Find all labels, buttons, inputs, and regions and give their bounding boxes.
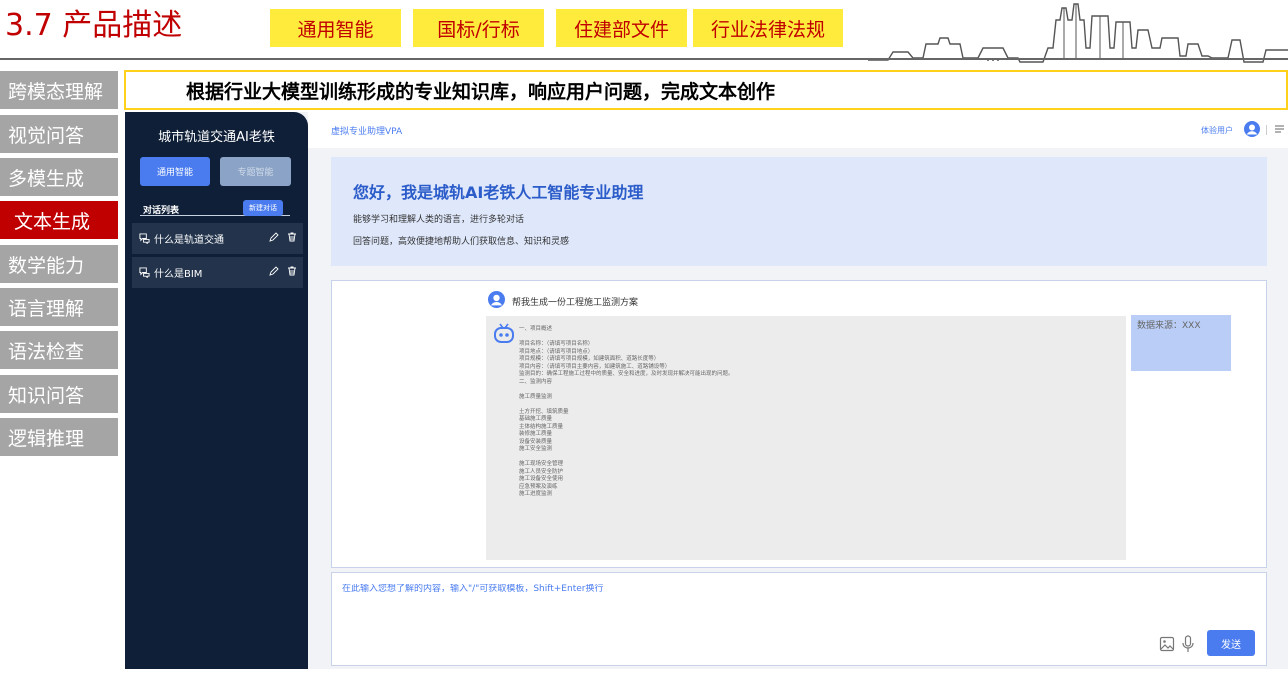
topbar-separator [1266,125,1267,135]
message-input[interactable] [342,584,1042,594]
avatar-icon[interactable] [1244,121,1260,137]
app-title: 城市轨道交通AI老铁 [158,130,275,145]
answer-line: 施工人员安全防护 [519,468,564,475]
nav-item-text-gen[interactable]: 文本生成 [0,201,118,239]
answer-line [519,454,1126,462]
answer-line: 主体结构施工质量 [519,423,564,430]
edit-icon[interactable] [269,266,279,276]
app-topbar: 虚拟专业助理VPA 体验用户 [308,112,1288,148]
chat-bubble-icon [139,267,150,278]
data-source-card: 数据来源：XXX [1131,315,1231,371]
welcome-line: 回答问题，高效便捷地帮助人们获取信息、知识和灵感 [353,237,570,247]
header-divider [0,58,1288,60]
menu-icon[interactable] [1274,124,1284,134]
chat-panel: 帮我生成一份工程施工监测方案 一、项目概述 项目名称：（请填写项目名称） 项目地点… [331,280,1267,568]
nav-item-language[interactable]: 语言理解 [0,288,118,326]
tag-general-intelligence: 通用智能 [270,9,401,47]
tag-industry-law: 行业法律法规 [693,9,843,47]
assistant-app: 城市轨道交通AI老铁 通用智能 专题智能 对话列表 新建对话 什么是轨道交通 什… [125,112,1288,669]
answer-line: 一、项目概述 [519,326,553,332]
user-name[interactable]: 体验用户 [1201,125,1233,136]
nav-item-knowledge-qa[interactable]: 知识问答 [0,375,118,413]
slide-title: 3.7 产品描述 [5,8,183,43]
delete-icon[interactable] [287,232,297,242]
new-conversation-button[interactable]: 新建对话 [243,200,283,216]
image-upload-icon[interactable] [1159,636,1175,652]
answer-line: 施工进度监测 [519,491,553,497]
answer-line: 监测目的：确保工程施工过程中的质量、安全和进度，及时发现并解决可能出现的问题。 [519,371,734,377]
app-sidebar: 城市轨道交通AI老铁 通用智能 专题智能 对话列表 新建对话 什么是轨道交通 什… [125,112,308,669]
answer-line: 项目地点：（请填写项目地点） [519,348,594,355]
topic-mode-button[interactable]: 专题智能 [220,157,291,186]
welcome-card: 您好，我是城轨AI老铁人工智能专业助理 能够学习和理解人类的语言，进行多轮对话 … [331,157,1267,266]
answer-line: 应急预案及演练 [519,483,558,490]
conversation-item[interactable]: 什么是BIM [132,257,303,288]
answer-line: 施工质量监测 [519,393,553,400]
microphone-icon[interactable] [1182,635,1194,653]
answer-line: 施工安全监测 [519,446,553,452]
nav-item-logic[interactable]: 逻辑推理 [0,418,118,456]
answer-line: 施工现场安全管理 [519,461,564,467]
answer-line: 装修施工质量 [519,431,553,437]
edit-icon[interactable] [269,232,279,242]
robot-icon [494,323,514,343]
nav-item-cross-modal[interactable]: 跨模态理解 [0,71,118,109]
nav-item-visual-qa[interactable]: 视觉问答 [0,115,118,153]
ai-answer: 一、项目概述 项目名称：（请填写项目名称） 项目地点：（请填写项目地点） 项目规模：… [486,316,1126,560]
send-button[interactable]: 发送 [1207,630,1255,656]
tag-construction-docs: 住建部文件 [556,9,687,47]
answer-line: 土方开挖、填筑质量 [519,408,569,415]
conversation-title: 什么是BIM [154,269,203,280]
answer-text: 一、项目概述 项目名称：（请填写项目名称） 项目地点：（请填写项目地点） 项目规模：… [519,326,1126,499]
answer-line: 施工设备安全使用 [519,476,564,482]
delete-icon[interactable] [287,266,297,276]
welcome-title: 您好，我是城轨AI老铁人工智能专业助理 [353,183,644,202]
chat-bubble-icon [139,233,150,244]
answer-line [519,386,1126,394]
city-skyline-decoration [868,3,1288,63]
general-mode-button[interactable]: 通用智能 [140,157,210,186]
answer-line: 项目名称：（请填写项目名称） [519,341,594,347]
answer-line: 二、监测内容 [519,378,553,385]
message-input-area[interactable]: 发送 [331,572,1267,666]
nav-item-multimodal-gen[interactable]: 多模生成 [0,158,118,196]
user-question: 帮我生成一份工程施工监测方案 [512,298,639,308]
welcome-line: 能够学习和理解人类的语言，进行多轮对话 [353,215,525,225]
answer-line: 设备安装质量 [519,438,553,445]
nav-item-grammar[interactable]: 语法检查 [0,331,118,369]
conversation-item[interactable]: 什么是轨道交通 [132,223,303,254]
feature-banner: 根据行业大模型训练形成的专业知识库，响应用户问题，完成文本创作 [124,70,1288,110]
answer-line [519,401,1126,409]
conversation-title: 什么是轨道交通 [154,235,224,246]
answer-line: 项目内容：（请填写项目主要内容，如建筑施工、道路铺设等） [519,363,671,370]
answer-line: 项目规模：（请填写项目规模，如建筑面积、道路长度等） [519,356,660,362]
user-avatar-icon [488,291,505,308]
nav-item-math[interactable]: 数学能力 [0,245,118,283]
tag-national-standards: 国标/行标 [413,9,544,47]
answer-line [519,334,1126,342]
answer-line: 基础施工质量 [519,416,553,422]
app-name: 虚拟专业助理VPA [331,127,403,137]
